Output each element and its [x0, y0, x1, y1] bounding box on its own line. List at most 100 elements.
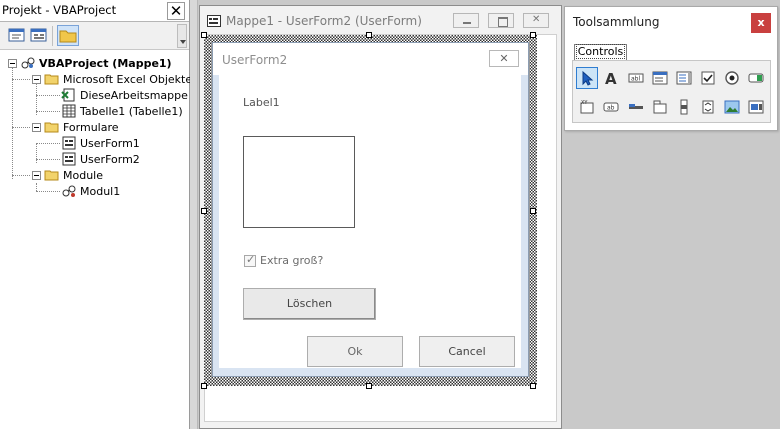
- tree-node-modul1[interactable]: Modul1: [61, 183, 120, 199]
- collapse-icon[interactable]: [32, 122, 41, 132]
- resize-handle[interactable]: [201, 208, 207, 214]
- resize-handle[interactable]: [530, 32, 536, 38]
- commandbutton-icon: ab: [603, 102, 619, 112]
- svg-text:XY: XY: [581, 100, 588, 106]
- checkbox-icon: [701, 71, 715, 85]
- userform-close-button[interactable]: ✕: [489, 50, 519, 67]
- userform-border: [521, 75, 528, 376]
- project-explorer-titlebar: Projekt - VBAProject ✕: [0, 0, 189, 22]
- view-object-button[interactable]: [30, 27, 48, 43]
- restore-button[interactable]: [488, 13, 514, 28]
- folder-open-icon: [44, 170, 59, 181]
- combobox-icon: [652, 71, 668, 85]
- collapse-icon[interactable]: [8, 58, 17, 68]
- tool-optionbutton[interactable]: [721, 67, 743, 89]
- tree-node-label: Modul1: [80, 184, 121, 198]
- minimize-button[interactable]: [453, 13, 479, 28]
- label-icon: A: [605, 70, 617, 86]
- tool-scrollbar[interactable]: [673, 96, 695, 118]
- pane-splitter[interactable]: [190, 0, 198, 429]
- toolbox-title: Toolsammlung: [573, 15, 660, 29]
- toolbar-separator: [52, 26, 53, 46]
- tool-tabstrip[interactable]: [625, 96, 647, 118]
- listbox-icon: [676, 71, 692, 85]
- tab-controls[interactable]: Controls: [574, 44, 627, 60]
- checkbox-checked-icon[interactable]: [244, 253, 256, 267]
- multipage-icon: [653, 100, 667, 114]
- checkbox-label: Extra groß?: [260, 254, 324, 267]
- refedit-icon: [748, 100, 764, 114]
- collapse-icon[interactable]: [32, 170, 41, 180]
- folder-open-icon: [44, 122, 59, 133]
- userform-icon: [62, 152, 76, 166]
- tool-image[interactable]: [721, 96, 743, 118]
- tool-select-objects[interactable]: [576, 67, 598, 89]
- tree-node-userform2[interactable]: UserForm2: [61, 151, 140, 167]
- tree-node-tabelle1[interactable]: Tabelle1 (Tabelle1): [61, 103, 183, 119]
- svg-text:abl: abl: [631, 76, 640, 83]
- tool-textbox[interactable]: abl: [625, 67, 647, 89]
- userform-title: UserForm2: [222, 53, 288, 67]
- toolbox-window: Toolsammlung x Controls A abl XY ab: [564, 6, 778, 131]
- tool-combobox[interactable]: [649, 67, 671, 89]
- select-objects-icon: [582, 70, 594, 86]
- toggle-folders-button[interactable]: [57, 25, 79, 46]
- optionbutton-icon: [725, 71, 739, 85]
- folder-icon: [59, 30, 77, 43]
- tab-controls-label: Controls: [575, 44, 626, 59]
- workbook-icon: [61, 88, 75, 102]
- loeschen-button[interactable]: Löschen: [243, 288, 376, 320]
- tool-checkbox[interactable]: [697, 67, 719, 89]
- resize-handle[interactable]: [201, 32, 207, 38]
- tool-refedit[interactable]: [745, 96, 767, 118]
- collapse-icon[interactable]: [32, 74, 41, 84]
- folder-open-icon: [44, 74, 59, 85]
- close-button[interactable]: [523, 13, 549, 28]
- tree-node-label: DieseArbeitsmappe: [80, 88, 188, 102]
- image-icon: [724, 100, 740, 114]
- image-control[interactable]: [243, 136, 355, 228]
- module-icon: [62, 185, 76, 197]
- tree-node-label: UserForm1: [80, 136, 140, 150]
- tree-node-label: Microsoft Excel Objekte: [63, 72, 193, 86]
- toolbox-controls-panel: A abl XY ab: [572, 60, 771, 123]
- tree-node-userform1[interactable]: UserForm1: [61, 135, 140, 151]
- resize-handle[interactable]: [201, 383, 207, 389]
- userform-icon: [207, 15, 221, 27]
- tool-spinbutton[interactable]: [697, 96, 719, 118]
- resize-handle[interactable]: [366, 32, 372, 38]
- tree-node-label: Module: [63, 168, 103, 182]
- project-explorer-title: Projekt - VBAProject: [2, 3, 117, 17]
- tool-multipage[interactable]: [649, 96, 671, 118]
- project-explorer-close-button[interactable]: ✕: [167, 2, 185, 20]
- ok-button[interactable]: Ok: [307, 336, 403, 367]
- designer-titlebar[interactable]: Mappe1 - UserForm2 (UserForm): [200, 6, 561, 34]
- tree-node-vbaproject[interactable]: VBAProject (Mappe1): [8, 55, 172, 71]
- resize-handle[interactable]: [530, 383, 536, 389]
- userform-border: [219, 368, 522, 376]
- tool-togglebutton[interactable]: [745, 67, 767, 89]
- tool-listbox[interactable]: [673, 67, 695, 89]
- tree-node-label: VBAProject (Mappe1): [39, 56, 172, 70]
- svg-text:A: A: [605, 70, 617, 86]
- label1[interactable]: Label1: [243, 96, 280, 109]
- toolbox-close-button[interactable]: x: [751, 13, 771, 33]
- toolbar-overflow-chevron[interactable]: [177, 24, 187, 48]
- tree-node-excel-objects[interactable]: Microsoft Excel Objekte: [32, 71, 192, 87]
- view-code-button[interactable]: [8, 27, 26, 43]
- tree-node-module[interactable]: Module: [32, 167, 103, 183]
- tree-node-diesearbeitsmappe[interactable]: DieseArbeitsmappe: [61, 87, 188, 103]
- vbaproject-icon: [21, 57, 35, 69]
- tree-node-label: UserForm2: [80, 152, 140, 166]
- resize-handle[interactable]: [530, 208, 536, 214]
- tool-frame[interactable]: XY: [576, 96, 598, 118]
- tool-commandbutton[interactable]: ab: [600, 96, 622, 118]
- tabstrip-icon: [629, 104, 643, 109]
- resize-handle[interactable]: [366, 383, 372, 389]
- tree-node-formulare[interactable]: Formulare: [32, 119, 119, 135]
- cancel-button[interactable]: Cancel: [419, 336, 515, 367]
- svg-text:ab: ab: [607, 105, 615, 112]
- worksheet-icon: [62, 104, 76, 118]
- extra-gross-checkbox[interactable]: Extra groß?: [244, 253, 324, 267]
- tool-label[interactable]: A: [600, 67, 622, 89]
